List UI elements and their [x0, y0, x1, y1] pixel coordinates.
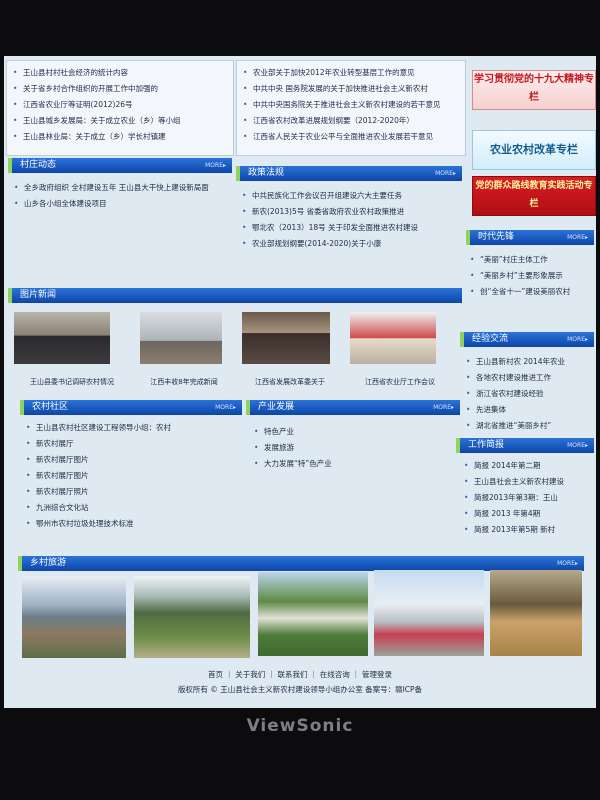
list-item[interactable]: 王山县城乡发展局：关于成立农业（乡）等小组	[9, 113, 231, 129]
list-item[interactable]: 王山县林业局：关于成立（乡）学长村镇建	[9, 129, 231, 145]
list-item[interactable]: 简报 2013年第5期 新村	[460, 522, 594, 538]
experience-list: 王山县新村农 2014年农业 各地农村建设推进工作 浙江省农村建设经验 先进集体…	[462, 354, 594, 434]
list-item[interactable]: 特色产业	[250, 424, 460, 440]
list-item[interactable]: 鄂北农（2013）18号 关于印发全面推进农村建设	[238, 220, 460, 236]
community-header: 农村社区 MORE▸	[20, 400, 242, 415]
list-item[interactable]: 各地农村建设推进工作	[462, 370, 594, 386]
top-mid-list: 农业部关于加快2012年农业转型基层工作的意见 中共中央 国务院发展的关于加快推…	[239, 65, 463, 145]
experience-more-link[interactable]: MORE▸	[567, 332, 588, 347]
industry-header: 产业发展 MORE▸	[246, 400, 460, 415]
top-left-list: 王山县村村社会经济的统计内容 关于省乡村合作组织的开展工作中加强的 江西省农业厅…	[9, 65, 231, 145]
work-brief-title: 工作简报	[468, 440, 505, 450]
rural-tour-more-link[interactable]: MORE▸	[557, 556, 578, 571]
rural-tour-title: 乡村旅游	[30, 558, 67, 568]
footer-copyright: 版权所有 © 王山县社会主义新农村建设领导小组办公室 备案号：赣ICP备	[177, 685, 423, 694]
list-item[interactable]: 中共民族化工作会议召开组建设六大主要任务	[238, 188, 460, 204]
pioneer-title: 时代先锋	[478, 232, 515, 242]
list-item[interactable]: “美丽”村庄主体工作	[466, 252, 594, 268]
news-caption[interactable]: 江西省发展改革委关于	[240, 377, 340, 387]
industry-title: 产业发展	[258, 402, 295, 412]
footer-links[interactable]: 首页 ｜ 关于我们 ｜ 联系我们 ｜ 在线咨询 ｜ 管理登录	[4, 669, 596, 680]
list-item[interactable]: 江西省人民关于农业公平与全面推进农业发展若干意见	[239, 129, 463, 145]
list-item[interactable]: 农业部规划纲要(2014-2020)关于小康	[238, 236, 460, 252]
photo-news-title: 图片新闻	[20, 290, 57, 300]
work-brief-list: 简报 2014年第二期 王山县社会主义新农村建设 简报2013年第3期：王山 简…	[460, 458, 594, 538]
community-list: 王山县农村社区建设工程领导小组：农村 新农村展厅 新农村展厅图片 新农村展厅图片…	[22, 420, 242, 532]
study-banner[interactable]: 学习贯彻党的十九大精神专栏	[472, 70, 596, 110]
news-caption[interactable]: 王山县委书记调研农村情况	[14, 377, 130, 387]
list-item[interactable]: 大力发展“特”色产业	[250, 456, 460, 472]
monitor-brand-logo: ViewSonic	[246, 716, 354, 736]
list-item[interactable]: 鄂州市农村垃圾处理技术标准	[22, 516, 242, 532]
policy-more-link[interactable]: MORE▸	[435, 166, 456, 181]
tour-photo-village[interactable]	[258, 572, 368, 656]
top-left-panel: 王山县村村社会经济的统计内容 关于省乡村合作组织的开展工作中加强的 江西省农业厅…	[6, 60, 234, 156]
news-photo-1[interactable]	[14, 312, 110, 364]
village-news-list: 全乡政府组织 全村建设五年 王山县大干快上建设新局面 山乡各小组全体建设项目	[10, 180, 230, 212]
list-item[interactable]: 新农村展厅图片	[22, 452, 242, 468]
photo-news-header: 图片新闻	[8, 288, 462, 303]
policy-title: 政策法规	[248, 168, 285, 178]
list-item[interactable]: 关于省乡村合作组织的开展工作中加强的	[9, 81, 231, 97]
experience-title: 经验交流	[472, 334, 509, 344]
pioneer-header: 时代先锋 MORE▸	[466, 230, 594, 245]
list-item[interactable]: 发展旅游	[250, 440, 460, 456]
village-news-more-link[interactable]: MORE▸	[205, 158, 226, 173]
list-item[interactable]: 江西省农业厅等证明(2012)26号	[9, 97, 231, 113]
experience-header: 经验交流 MORE▸	[460, 332, 594, 347]
list-item[interactable]: 农业部关于加快2012年农业转型基层工作的意见	[239, 65, 463, 81]
work-brief-more-link[interactable]: MORE▸	[567, 438, 588, 453]
list-item[interactable]: 王山县村村社会经济的统计内容	[9, 65, 231, 81]
village-news-title: 村庄动态	[20, 160, 57, 170]
policy-list: 中共民族化工作会议召开组建设六大主要任务 新农(2013)5号 省委省政府农业农…	[238, 188, 460, 252]
mass-line-banner[interactable]: 党的群众路线教育实践活动专栏	[472, 176, 596, 216]
industry-more-link[interactable]: MORE▸	[433, 400, 454, 415]
list-item[interactable]: 全乡政府组织 全村建设五年 王山县大干快上建设新局面	[10, 180, 230, 196]
list-item[interactable]: 九洲综合文化站	[22, 500, 242, 516]
list-item[interactable]: 新农(2013)5号 省委省政府农业农村政策推进	[238, 204, 460, 220]
rural-tour-header: 乡村旅游 MORE▸	[18, 556, 584, 571]
tour-photo-mountain[interactable]	[22, 576, 126, 658]
list-item[interactable]: 新农村展厅照片	[22, 484, 242, 500]
list-item[interactable]: 新农村展厅图片	[22, 468, 242, 484]
village-news-header: 村庄动态 MORE▸	[8, 158, 232, 173]
list-item[interactable]: 中共中央 国务院发展的关于加快推进社会主义新农村	[239, 81, 463, 97]
tour-photo-dance[interactable]	[374, 570, 484, 656]
list-item[interactable]: 山乡各小组全体建设项目	[10, 196, 230, 212]
list-item[interactable]: 王山县社会主义新农村建设	[460, 474, 594, 490]
community-title: 农村社区	[32, 402, 69, 412]
list-item[interactable]: 简报 2014年第二期	[460, 458, 594, 474]
list-item[interactable]: 先进集体	[462, 402, 594, 418]
list-item[interactable]: 简报 2013 年第4期	[460, 506, 594, 522]
list-item[interactable]: 江西省农村改革进展规划纲要（2012-2020年）	[239, 113, 463, 129]
work-brief-header: 工作简报 MORE▸	[456, 438, 594, 453]
pioneer-list: “美丽”村庄主体工作 “美丽乡村”主要形象展示 创“全省十一”建设美丽农村	[466, 252, 594, 300]
list-item[interactable]: “美丽乡村”主要形象展示	[466, 268, 594, 284]
pioneer-more-link[interactable]: MORE▸	[567, 230, 588, 245]
list-item[interactable]: 王山县农村社区建设工程领导小组：农村	[22, 420, 242, 436]
community-more-link[interactable]: MORE▸	[215, 400, 236, 415]
list-item[interactable]: 湖北省推进“美丽乡村”	[462, 418, 594, 434]
list-item[interactable]: 创“全省十一”建设美丽农村	[466, 284, 594, 300]
list-item[interactable]: 新农村展厅	[22, 436, 242, 452]
tour-photo-harvest[interactable]	[490, 570, 582, 656]
news-photo-3[interactable]	[242, 312, 330, 364]
news-caption[interactable]: 江西省农业厅工作会议	[350, 377, 450, 387]
reform-banner[interactable]: 农业农村改革专栏	[472, 130, 596, 170]
news-caption[interactable]: 江西丰收8年完成新闻	[136, 377, 232, 387]
browser-screen: 王山县村村社会经济的统计内容 关于省乡村合作组织的开展工作中加强的 江西省农业厅…	[4, 56, 596, 708]
news-photo-4[interactable]	[350, 312, 436, 364]
tour-photo-valley[interactable]	[134, 576, 250, 658]
policy-header: 政策法规 MORE▸	[236, 166, 462, 181]
list-item[interactable]: 王山县新村农 2014年农业	[462, 354, 594, 370]
news-photo-2[interactable]	[140, 312, 222, 364]
list-item[interactable]: 中共中央国务院关于推进社会主义新农村建设的若干意见	[239, 97, 463, 113]
industry-list: 特色产业 发展旅游 大力发展“特”色产业	[250, 424, 460, 472]
list-item[interactable]: 简报2013年第3期：王山	[460, 490, 594, 506]
list-item[interactable]: 浙江省农村建设经验	[462, 386, 594, 402]
top-mid-panel: 农业部关于加快2012年农业转型基层工作的意见 中共中央 国务院发展的关于加快推…	[236, 60, 466, 156]
